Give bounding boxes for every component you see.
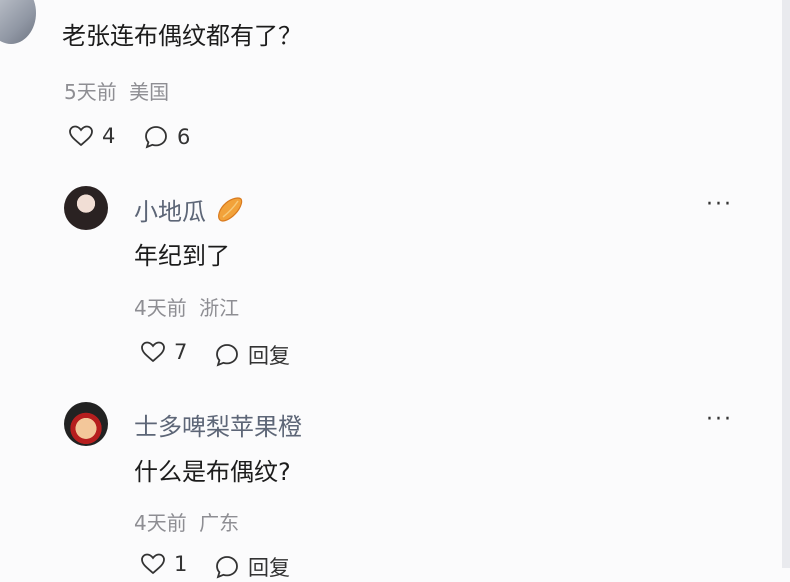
heart-icon — [141, 553, 165, 575]
reply-avatar[interactable] — [64, 186, 108, 230]
reply-count: 6 — [177, 125, 191, 149]
heart-icon — [141, 341, 165, 363]
reply-button[interactable]: 回复 — [214, 552, 290, 582]
reply-location: 浙江 — [199, 296, 240, 320]
more-options-button[interactable]: ··· — [706, 407, 733, 432]
comment-icon — [145, 126, 167, 149]
reply-count-button[interactable]: 6 — [143, 124, 190, 150]
reply-username[interactable]: 士多啤梨苹果橙 — [134, 407, 302, 442]
reply-text: 什么是布偶纹? — [134, 458, 291, 486]
reply-text: 年纪到了 — [134, 242, 230, 270]
more-options-button[interactable]: ··· — [706, 192, 733, 217]
reply-meta: 4天前 广东 — [134, 507, 239, 536]
like-count: 4 — [102, 124, 116, 148]
commenter-avatar[interactable] — [0, 0, 36, 44]
heart-icon — [69, 125, 93, 147]
comment-icon — [216, 556, 238, 579]
comment-time: 5天前 — [64, 80, 117, 104]
comment-text: 老张连布偶纹都有了？ — [62, 22, 302, 50]
sweet-potato-icon — [217, 197, 242, 222]
like-button[interactable]: 1 — [140, 552, 187, 576]
reply-label: 回复 — [248, 556, 290, 580]
reply-meta: 4天前 浙江 — [134, 292, 239, 321]
like-button[interactable]: 4 — [68, 124, 115, 148]
window-edge — [782, 0, 790, 568]
reply-button[interactable]: 回复 — [214, 340, 290, 370]
reply-avatar[interactable] — [64, 402, 108, 446]
comment-location: 美国 — [129, 80, 170, 104]
like-count: 1 — [174, 552, 188, 576]
like-count: 7 — [174, 340, 188, 364]
reply-username[interactable]: 小地瓜 — [134, 192, 244, 227]
reply-time: 4天前 — [134, 296, 187, 320]
comment-icon — [216, 344, 238, 367]
comment-meta: 5天前 美国 — [64, 76, 169, 105]
reply-label: 回复 — [248, 344, 290, 368]
like-button[interactable]: 7 — [140, 340, 187, 364]
reply-location: 广东 — [199, 511, 240, 535]
reply-time: 4天前 — [134, 511, 187, 535]
